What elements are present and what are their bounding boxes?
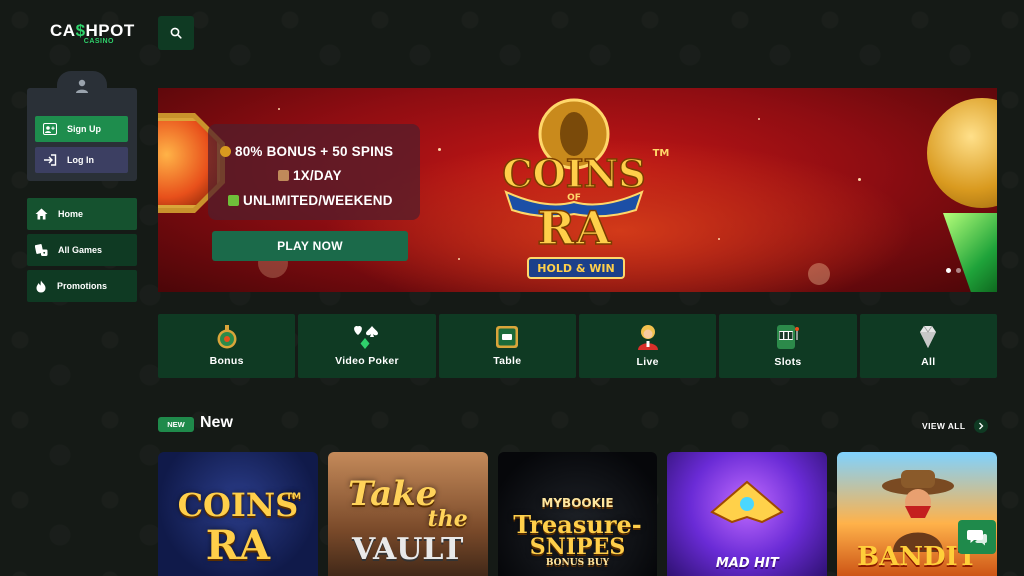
category-live[interactable]: Live <box>578 314 717 378</box>
signup-label: Sign Up <box>67 124 101 134</box>
coin-icon <box>220 146 231 157</box>
category-label: Bonus <box>209 355 244 367</box>
glow-orb <box>808 263 830 285</box>
sparkle <box>278 108 280 110</box>
game-title: SNIPES <box>529 534 626 560</box>
game-tm: TM <box>286 492 302 502</box>
coins-of-ra-logo: COINS OF TM RA HOLD & WIN <box>502 98 670 279</box>
chat-button[interactable] <box>958 520 996 554</box>
search-button[interactable] <box>158 16 194 50</box>
category-bar: Bonus Video Poker Table Live Slots All <box>158 314 997 378</box>
category-label: All <box>921 356 936 368</box>
game-title: RA <box>205 522 271 569</box>
promo-text: UNLIMITED/WEEKEND <box>243 193 393 208</box>
category-table[interactable]: Table <box>438 314 576 378</box>
login-icon <box>44 154 57 166</box>
sidebar-item-promotions[interactable]: Promotions <box>27 270 137 302</box>
game-brand: MYBOOKIE <box>541 496 614 510</box>
promo-text: 1X/DAY <box>293 168 342 183</box>
sparkle <box>718 238 720 240</box>
pagination-dot[interactable] <box>946 268 951 273</box>
category-label: Slots <box>774 356 802 368</box>
signup-button[interactable]: Sign Up <box>35 116 128 142</box>
palm-icon <box>228 195 239 206</box>
category-bonus[interactable]: Bonus <box>158 314 296 378</box>
fire-icon <box>36 280 46 292</box>
login-button[interactable]: Log In <box>35 147 128 173</box>
sidebar-item-label: All Games <box>58 245 103 255</box>
spaceship-art <box>710 480 785 524</box>
new-badge: NEW <box>158 417 194 432</box>
banner-pagination[interactable] <box>946 268 961 273</box>
game-card-coins-of-ra[interactable]: COINS TM RA <box>158 452 318 576</box>
logo-tagline: HOLD & WIN <box>537 262 614 275</box>
category-slots[interactable]: Slots <box>719 314 857 378</box>
promo-line-bonus: 80% BONUS + 50 SPINS <box>220 144 393 159</box>
card-suits-icon <box>354 326 378 349</box>
diamond-icon <box>920 325 937 348</box>
chevron-right-icon <box>973 419 988 433</box>
promo-line-weekend: UNLIMITED/WEEKEND <box>228 193 393 208</box>
home-icon <box>35 208 48 220</box>
game-title: the <box>427 506 468 532</box>
sparkle <box>858 178 861 181</box>
sidebar-item-label: Promotions <box>57 281 108 291</box>
cashpot-logo[interactable]: CA$HPOT CASINO <box>50 22 134 50</box>
table-icon <box>496 326 519 348</box>
sparkle <box>438 148 441 151</box>
sidebar-item-label: Home <box>58 209 84 219</box>
promo-text: 80% BONUS + 50 SPINS <box>235 144 394 159</box>
game-card-take-the-vault[interactable]: Take the VAULT <box>327 452 488 576</box>
game-title: VAULT <box>352 532 464 567</box>
login-label: Log In <box>67 155 94 165</box>
sidebar-item-home[interactable]: Home <box>27 198 137 230</box>
game-card-mad-hit[interactable]: MAD HIT <box>667 452 828 576</box>
logo-tm: TM <box>653 148 670 159</box>
sidebar-item-all-games[interactable]: All Games <box>27 234 137 266</box>
game-title: MAD HIT <box>715 556 779 571</box>
search-icon <box>170 27 182 39</box>
category-label: Table <box>493 355 522 367</box>
user-plus-icon <box>43 123 57 135</box>
gold-coin <box>927 98 997 208</box>
game-card-treasure-snipes[interactable]: MYBOOKIE Treasure- SNIPES BONUS BUY <box>497 452 658 576</box>
view-all-link[interactable]: VIEW ALL <box>922 419 988 433</box>
category-label: Live <box>636 356 659 368</box>
cards-dice-icon <box>35 243 48 256</box>
category-all[interactable]: All <box>859 314 997 378</box>
promo-line-frequency: 1X/DAY <box>278 168 342 183</box>
logo-title-coins: COINS <box>502 151 645 196</box>
live-dealer-icon <box>637 325 658 350</box>
section-title: New <box>200 414 233 431</box>
slot-machine-icon <box>776 325 799 349</box>
game-list: COINS TM RA Take the VAULT MYBOOKIE Trea… <box>158 452 997 576</box>
sparkle <box>458 258 460 260</box>
sparkle <box>758 118 760 120</box>
avatar <box>57 71 107 101</box>
user-icon <box>76 79 88 93</box>
game-subtitle: BONUS BUY <box>545 558 610 568</box>
bonus-wheel-icon <box>217 325 237 349</box>
category-video-poker[interactable]: Video Poker <box>298 314 436 378</box>
play-now-button[interactable]: PLAY NOW <box>212 231 408 261</box>
green-gem <box>943 213 997 292</box>
pagination-dot[interactable] <box>956 268 961 273</box>
promo-banner[interactable]: 80% BONUS + 50 SPINS 1X/DAY UNLIMITED/WE… <box>158 88 997 292</box>
logo-title-ra: RA <box>537 201 612 255</box>
view-all-label: VIEW ALL <box>922 421 966 431</box>
camel-icon <box>278 170 289 181</box>
game-card-bandit[interactable]: BANDIT <box>837 452 997 576</box>
category-label: Video Poker <box>335 355 399 367</box>
chat-icon <box>967 530 987 546</box>
cowboy-art <box>882 470 955 552</box>
